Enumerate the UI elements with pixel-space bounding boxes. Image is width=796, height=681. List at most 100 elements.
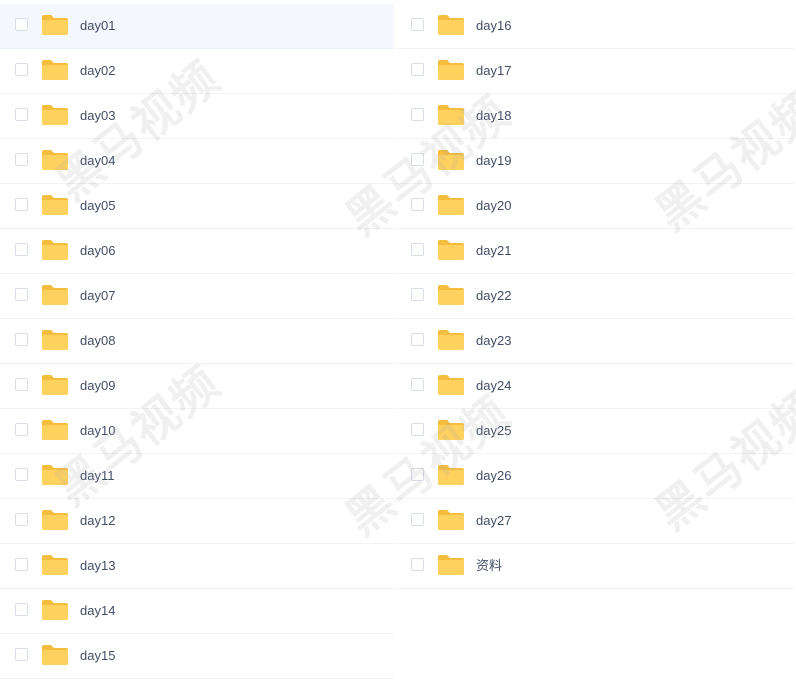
checkbox-icon[interactable] — [15, 63, 28, 76]
checkbox-icon[interactable] — [15, 108, 28, 121]
folder-name[interactable]: day12 — [80, 499, 115, 543]
checkbox-icon[interactable] — [411, 288, 424, 301]
folder-icon — [41, 509, 69, 531]
folder-icon — [437, 419, 465, 441]
folder-name[interactable]: day10 — [80, 409, 115, 453]
folder-name[interactable]: day27 — [476, 499, 511, 543]
folder-name[interactable]: day13 — [80, 544, 115, 588]
folder-row[interactable]: day14 — [0, 589, 394, 634]
folder-row[interactable]: day09 — [0, 364, 394, 409]
checkbox-icon[interactable] — [411, 18, 424, 31]
folder-name[interactable]: day19 — [476, 139, 511, 183]
checkbox-icon[interactable] — [15, 378, 28, 391]
folder-icon — [437, 554, 465, 576]
folder-row[interactable]: day25 — [396, 409, 794, 454]
folder-name[interactable]: day11 — [80, 454, 114, 498]
checkbox-icon[interactable] — [15, 333, 28, 346]
folder-row[interactable]: day01 — [0, 4, 394, 49]
checkbox-icon[interactable] — [15, 288, 28, 301]
checkbox-icon[interactable] — [15, 558, 28, 571]
checkbox-icon[interactable] — [411, 63, 424, 76]
folder-icon — [41, 14, 69, 36]
folder-name[interactable]: day24 — [476, 364, 511, 408]
checkbox-icon[interactable] — [411, 108, 424, 121]
folder-icon — [41, 149, 69, 171]
checkbox-icon[interactable] — [15, 243, 28, 256]
folder-row[interactable]: day16 — [396, 4, 794, 49]
folder-name[interactable]: day05 — [80, 184, 115, 228]
folder-row[interactable]: day10 — [0, 409, 394, 454]
folder-name[interactable]: day07 — [80, 274, 115, 318]
checkbox-icon[interactable] — [15, 153, 28, 166]
checkbox-icon[interactable] — [411, 243, 424, 256]
checkbox-icon[interactable] — [411, 468, 424, 481]
folder-name[interactable]: day26 — [476, 454, 511, 498]
folder-row[interactable]: day03 — [0, 94, 394, 139]
folder-icon — [437, 104, 465, 126]
folder-row[interactable]: day17 — [396, 49, 794, 94]
folder-name[interactable]: day03 — [80, 94, 115, 138]
folder-icon — [437, 374, 465, 396]
folder-name[interactable]: day22 — [476, 274, 511, 318]
folder-row[interactable]: day20 — [396, 184, 794, 229]
folder-row[interactable]: day15 — [0, 634, 394, 679]
folder-name[interactable]: day04 — [80, 139, 115, 183]
folder-row[interactable]: day11 — [0, 454, 394, 499]
folder-icon — [41, 104, 69, 126]
checkbox-icon[interactable] — [411, 153, 424, 166]
folder-row[interactable]: day08 — [0, 319, 394, 364]
folder-name[interactable]: day02 — [80, 49, 115, 93]
checkbox-icon[interactable] — [411, 558, 424, 571]
checkbox-icon[interactable] — [15, 513, 28, 526]
folder-name[interactable]: day18 — [476, 94, 511, 138]
folder-icon — [437, 284, 465, 306]
folder-row[interactable]: day02 — [0, 49, 394, 94]
folder-name[interactable]: day21 — [476, 229, 511, 273]
checkbox-icon[interactable] — [15, 468, 28, 481]
folder-icon — [437, 464, 465, 486]
folder-row[interactable]: day05 — [0, 184, 394, 229]
checkbox-icon[interactable] — [411, 333, 424, 346]
checkbox-icon[interactable] — [15, 423, 28, 436]
folder-row[interactable]: day12 — [0, 499, 394, 544]
folder-row[interactable]: day22 — [396, 274, 794, 319]
folder-name[interactable]: 资料 — [476, 544, 502, 588]
checkbox-icon[interactable] — [15, 648, 28, 661]
folder-row[interactable]: day24 — [396, 364, 794, 409]
checkbox-icon[interactable] — [411, 423, 424, 436]
folder-row[interactable]: day26 — [396, 454, 794, 499]
folder-icon — [437, 59, 465, 81]
folder-list-left: day01 day02 day03 day04 day05 day06 day07 day08… — [0, 4, 394, 679]
folder-name[interactable]: day25 — [476, 409, 511, 453]
folder-name[interactable]: day01 — [80, 4, 115, 48]
folder-row[interactable]: day07 — [0, 274, 394, 319]
folder-icon — [437, 509, 465, 531]
folder-name[interactable]: day17 — [476, 49, 511, 93]
checkbox-icon[interactable] — [411, 198, 424, 211]
folder-row[interactable]: day04 — [0, 139, 394, 184]
folder-icon — [41, 194, 69, 216]
checkbox-icon[interactable] — [411, 513, 424, 526]
folder-name[interactable]: day09 — [80, 364, 115, 408]
folder-row[interactable]: day27 — [396, 499, 794, 544]
folder-icon — [41, 599, 69, 621]
folder-name[interactable]: day14 — [80, 589, 115, 633]
checkbox-icon[interactable] — [411, 378, 424, 391]
checkbox-icon[interactable] — [15, 603, 28, 616]
folder-name[interactable]: day06 — [80, 229, 115, 273]
folder-name[interactable]: day23 — [476, 319, 511, 363]
folder-row[interactable]: day19 — [396, 139, 794, 184]
folder-name[interactable]: day16 — [476, 4, 511, 48]
checkbox-icon[interactable] — [15, 198, 28, 211]
folder-row[interactable]: day18 — [396, 94, 794, 139]
folder-row[interactable]: day06 — [0, 229, 394, 274]
folder-row[interactable]: 资料 — [396, 544, 794, 589]
folder-name[interactable]: day08 — [80, 319, 115, 363]
folder-name[interactable]: day15 — [80, 634, 115, 678]
folder-row[interactable]: day21 — [396, 229, 794, 274]
file-list-page: day01 day02 day03 day04 day05 day06 day07 day08… — [0, 0, 796, 681]
checkbox-icon[interactable] — [15, 18, 28, 31]
folder-name[interactable]: day20 — [476, 184, 511, 228]
folder-row[interactable]: day13 — [0, 544, 394, 589]
folder-row[interactable]: day23 — [396, 319, 794, 364]
